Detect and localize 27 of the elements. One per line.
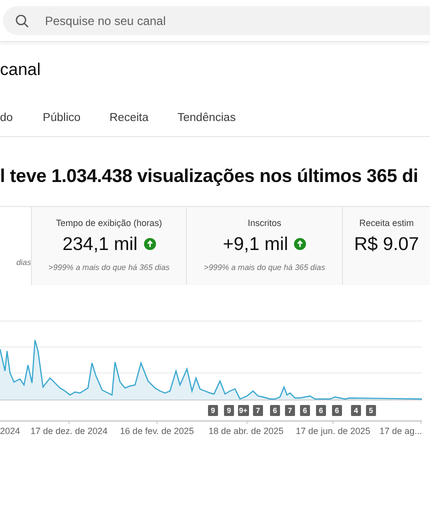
metric-value: +9,1 mil <box>222 233 288 255</box>
axis-label: 2024 <box>0 426 20 436</box>
metric-title: Inscritos <box>248 218 282 228</box>
tab[interactable]: Público <box>42 102 81 135</box>
metric-card[interactable]: Tempo de exibição (horas) 234,1 mil >999% a mais do que há 365 dias <box>31 207 186 285</box>
headline: l teve 1.034.438 visualizações nos últimos 365 di <box>0 164 420 188</box>
axis-label: 17 de ag... <box>379 426 422 436</box>
page-title: canal <box>0 59 42 81</box>
search-bar[interactable]: Pesquise no seu canal <box>3 6 430 35</box>
metric-card[interactable]: Receita estim R$ 9.07 <box>342 207 430 285</box>
tab[interactable]: Tendências <box>178 102 236 135</box>
tab[interactable]: Receita <box>110 102 149 135</box>
axis-label: 18 de abr. de 2025 <box>208 426 284 436</box>
metric-title: Receita estim <box>359 218 414 228</box>
tab[interactable]: do <box>0 102 13 135</box>
metric-value: R$ 9.07 <box>354 233 419 255</box>
metric-title: Tempo de exibição (horas) <box>56 218 162 228</box>
axis-label: 17 de jun. de 2025 <box>296 426 370 436</box>
search-input[interactable]: Pesquise no seu canal <box>43 12 430 28</box>
comparison-text: dias <box>16 258 31 267</box>
comparison-text: >999% a mais do que há 365 dias <box>204 263 326 272</box>
search-icon <box>15 14 29 28</box>
metric-value: 234,1 mil <box>62 233 138 255</box>
metric-card[interactable]: Inscritos +9,1 mil >999% a mais do que há 365 dias <box>186 207 342 285</box>
axis-label: 16 de fev. de 2025 <box>120 426 194 436</box>
comparison-text: >999% a mais do que há 365 dias <box>48 263 170 272</box>
axis-label: 17 de dez. de 2024 <box>30 426 108 436</box>
